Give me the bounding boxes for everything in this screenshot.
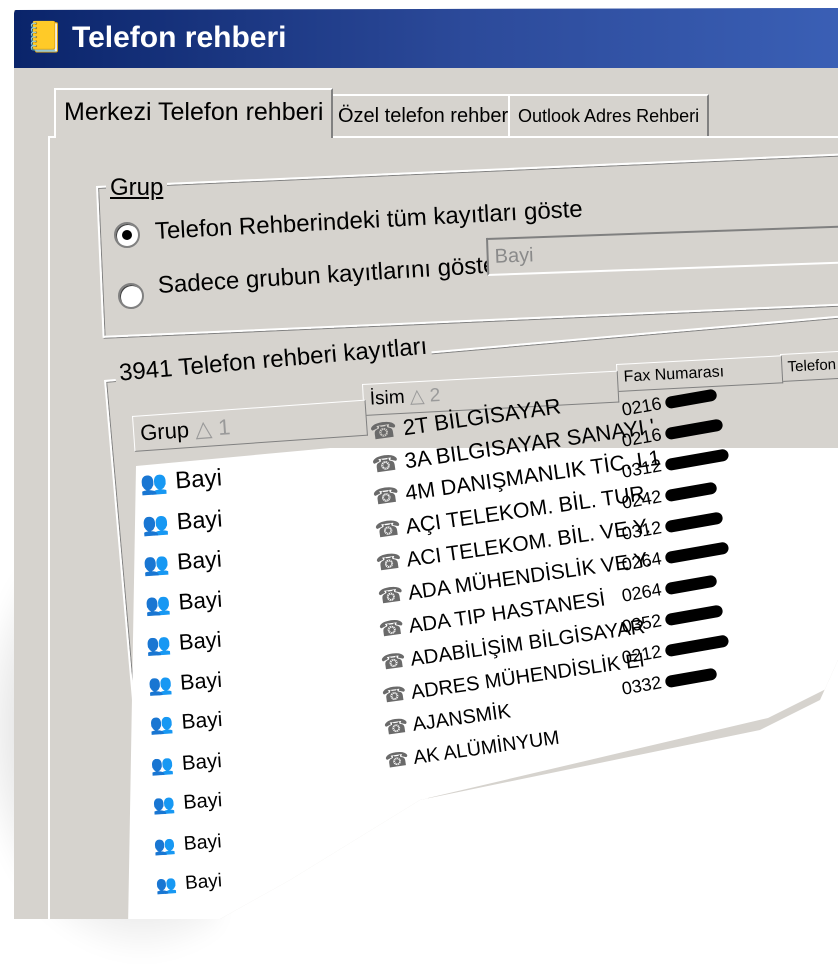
phonebook-icon: 📒 <box>26 21 64 54</box>
sort-indicator-isim: △ 2 <box>409 384 441 408</box>
dealer-contact-icon: 👥 <box>155 874 178 895</box>
row-grup-cell[interactable]: 👥 Bayi <box>150 749 222 778</box>
dealer-contact-icon: 👥 <box>147 672 174 697</box>
row-grup-text: Bayi <box>184 870 223 894</box>
phone-icon: ☎ <box>377 614 411 642</box>
row-grup-cell[interactable]: 👥 Bayi <box>154 830 223 858</box>
phone-icon: ☎ <box>368 415 405 445</box>
dealer-contact-icon: 👥 <box>140 510 170 537</box>
window-title: Telefon rehberi <box>72 21 287 54</box>
row-grup-cell[interactable]: 👥 Bayi <box>149 708 223 737</box>
phone-icon: ☎ <box>383 747 415 773</box>
tab-ozel[interactable]: Özel telefon rehberi <box>328 94 523 136</box>
dealer-contact-icon: 👥 <box>152 793 176 815</box>
title-bar[interactable]: 📒 Telefon rehberi <box>14 8 838 68</box>
row-grup-text: Bayi <box>180 707 223 734</box>
row-grup-text: Bayi <box>174 464 223 495</box>
row-grup-cell[interactable]: 👥 Bayi <box>144 586 223 617</box>
phone-icon: ☎ <box>371 481 408 510</box>
dealer-contact-icon: 👥 <box>144 591 172 617</box>
row-grup-text: Bayi <box>177 586 223 615</box>
row-grup-cell[interactable]: 👥 Bayi <box>141 505 223 538</box>
phone-icon: ☎ <box>380 682 413 708</box>
dealer-contact-icon: 👥 <box>148 713 174 736</box>
phone-icon: ☎ <box>374 548 409 576</box>
phone-icon: ☎ <box>381 714 414 740</box>
row-grup-text: Bayi <box>182 789 223 814</box>
row-grup-cell[interactable]: 👥 Bayi <box>155 870 223 897</box>
column-header-grup-label: Grup <box>139 417 190 446</box>
tab-strip: Merkezi Telefon rehberi Özel telefon reh… <box>42 88 838 138</box>
column-header-fax-label: Fax Numarası <box>623 363 725 386</box>
phone-icon: ☎ <box>375 581 410 609</box>
column-header-telefon[interactable]: Telefon <box>780 350 838 382</box>
dealer-contact-icon: 👥 <box>142 552 171 577</box>
dealer-contact-icon: 👥 <box>139 469 169 496</box>
row-grup-text: Bayi <box>183 829 223 855</box>
radio-group-records[interactable] <box>118 283 144 309</box>
sort-indicator-grup: △ 1 <box>194 414 232 442</box>
row-grup-cell[interactable]: 👥 Bayi <box>142 546 223 578</box>
grup-label: Grup <box>106 174 168 202</box>
dealer-contact-icon: 👥 <box>150 752 175 776</box>
row-grup-cell[interactable]: 👥 Bayi <box>145 626 223 658</box>
row-grup-text: Bayi <box>178 626 223 655</box>
dealer-contact-icon: 👥 <box>153 834 177 856</box>
row-grup-text: Bayi <box>176 545 223 575</box>
row-grup-cell[interactable]: 👥 Bayi <box>152 789 223 817</box>
tab-merkezi[interactable]: Merkezi Telefon rehberi <box>54 88 334 138</box>
phonebook-window: 📒 Telefon rehberi Merkezi Telefon rehber… <box>14 8 838 919</box>
tab-outlook[interactable]: Outlook Adres Rehberi <box>508 94 710 136</box>
radio-all-records[interactable] <box>114 222 140 248</box>
row-grup-cell[interactable]: 👥 Bayi <box>147 667 223 697</box>
column-header-isim-label: İsim <box>369 386 406 410</box>
dealer-contact-icon: 👥 <box>145 633 173 657</box>
phone-icon: ☎ <box>369 448 406 478</box>
row-grup-text: Bayi <box>181 748 223 775</box>
column-header-telefon-label: Telefon <box>787 356 837 376</box>
phone-icon: ☎ <box>372 514 407 543</box>
row-grup-text: Bayi <box>179 667 223 695</box>
row-grup-text: Bayi <box>175 504 223 535</box>
row-grup-cell[interactable]: 👥 Bayi <box>139 464 223 498</box>
phone-icon: ☎ <box>379 648 412 675</box>
